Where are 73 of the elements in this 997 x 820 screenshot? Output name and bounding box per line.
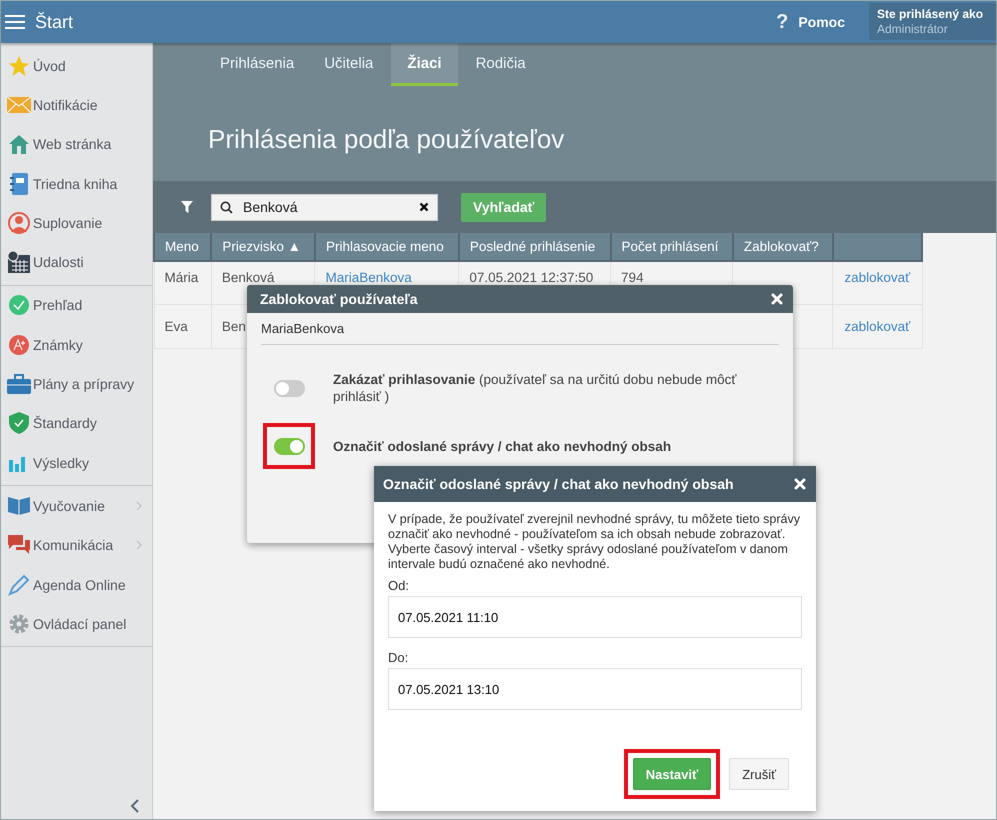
column-header[interactable]: Posledné prihlásenie: [458, 233, 611, 261]
star-icon: [8, 54, 30, 77]
toggle-switch[interactable]: [274, 380, 304, 396]
book-icon: [7, 496, 31, 515]
table-cell: Eva: [164, 318, 188, 334]
chat-icon: [7, 534, 31, 556]
search-input[interactable]: Benková: [243, 199, 419, 215]
collapse-icon[interactable]: [130, 799, 140, 813]
sidebar-item[interactable]: Agenda Online: [1, 564, 152, 604]
shield-icon: [9, 412, 29, 434]
column-header[interactable]: Zablokovať?: [732, 233, 833, 261]
sidebar-item[interactable]: Vyučovanie: [1, 486, 152, 526]
tab[interactable]: Prihlásenia: [208, 43, 306, 86]
table-cell: Mária: [164, 270, 198, 285]
search-icon: [220, 200, 233, 214]
table-cell: Ben: [222, 318, 246, 334]
sidebar-item[interactable]: Štandardy: [1, 404, 152, 443]
username-label: MariaBenkova: [261, 313, 779, 345]
column-header[interactable]: Priezvisko ▲: [211, 233, 315, 261]
sidebar-item[interactable]: Triedna kniha: [1, 164, 152, 204]
option-label: Označiť odoslané správy / chat ako nevhodný obsah: [333, 438, 672, 454]
tab[interactable]: Rodičia: [464, 43, 538, 86]
toggle-switch[interactable]: [274, 438, 304, 454]
notebook-icon: [10, 172, 28, 195]
help-link[interactable]: Pomoc: [798, 14, 845, 30]
house-icon: [8, 134, 30, 154]
close-icon[interactable]: [794, 478, 806, 490]
option-label: Zakázať prihlasovanie (používateľ sa na určitú dobu nebude môcť prihlásiť ): [333, 371, 738, 405]
column-header[interactable]: Prihlasovacie meno: [314, 233, 459, 261]
sidebar-item[interactable]: Úvod: [1, 46, 152, 86]
dialog-title: Označiť odoslané správy / chat ako nevhodný obsah: [383, 476, 734, 492]
envelope-icon: [7, 96, 31, 113]
cancel-button[interactable]: Zrušiť: [729, 758, 789, 790]
gear-icon: [8, 612, 30, 635]
pen-icon: [8, 574, 30, 596]
sidebar-item[interactable]: Ovládací panel: [1, 604, 152, 644]
filter-icon[interactable]: [181, 201, 193, 213]
set-button[interactable]: Nastaviť: [632, 758, 712, 790]
person-icon: [8, 212, 30, 234]
page-title: Prihlásenia podľa používateľov: [208, 124, 566, 155]
sidebar-item[interactable]: Plány a prípravy: [1, 364, 152, 404]
column-header[interactable]: Meno: [154, 233, 212, 261]
sidebar-item[interactable]: Web stránka: [1, 124, 152, 164]
table-cell: Benková: [222, 270, 274, 285]
sidebar-item[interactable]: Udalosti: [1, 242, 152, 282]
sidebar-item[interactable]: Výsledky: [1, 442, 152, 482]
description-text: V prípade, že používateľ zverejnil nevhodné správy, tu môžete tieto správy označiť ako nevhodné - používateľom sa ich obsah nebude zobrazovať. Vyberte časový interval - všetky správy odoslané používateľom v danom intervale budú označené ako nevhodné.: [388, 512, 801, 572]
dialog-title: Zablokovať používateľa: [260, 291, 418, 307]
check-badge-icon: [8, 294, 30, 316]
search-field[interactable]: Benková: [211, 194, 438, 220]
date-time-field[interactable]: 07.05.2021 11:10: [388, 596, 802, 638]
sidebar-item[interactable]: Notifikácie: [1, 85, 152, 125]
tab[interactable]: Žiaci: [391, 43, 458, 86]
sidebar-item[interactable]: Známky: [1, 325, 152, 364]
date-time-field[interactable]: 07.05.2021 13:10: [388, 668, 802, 710]
field-label: Od:: [388, 578, 410, 593]
calendar-icon: [8, 251, 30, 274]
table-cell: 07.05.2021 12:37:50: [469, 270, 594, 285]
tab[interactable]: Učitelia: [312, 43, 386, 86]
grade-icon: [8, 334, 30, 356]
clear-icon[interactable]: [419, 202, 429, 212]
sidebar-item[interactable]: Prehľad: [1, 286, 152, 326]
menu-icon[interactable]: [5, 14, 25, 30]
field-label: Do:: [388, 650, 410, 665]
table-cell: 794: [621, 270, 644, 285]
user-panel[interactable]: Ste prihlásený ako Administrátor: [869, 3, 996, 40]
app-title: Štart: [35, 12, 74, 32]
column-header[interactable]: Počet prihlásení: [610, 233, 733, 261]
close-icon[interactable]: [771, 293, 783, 305]
sidebar-item[interactable]: Suplovanie: [1, 203, 152, 242]
briefcase-icon: [7, 374, 31, 394]
sidebar-item[interactable]: Komunikácia: [1, 526, 152, 565]
help-icon[interactable]: ?: [776, 10, 788, 34]
